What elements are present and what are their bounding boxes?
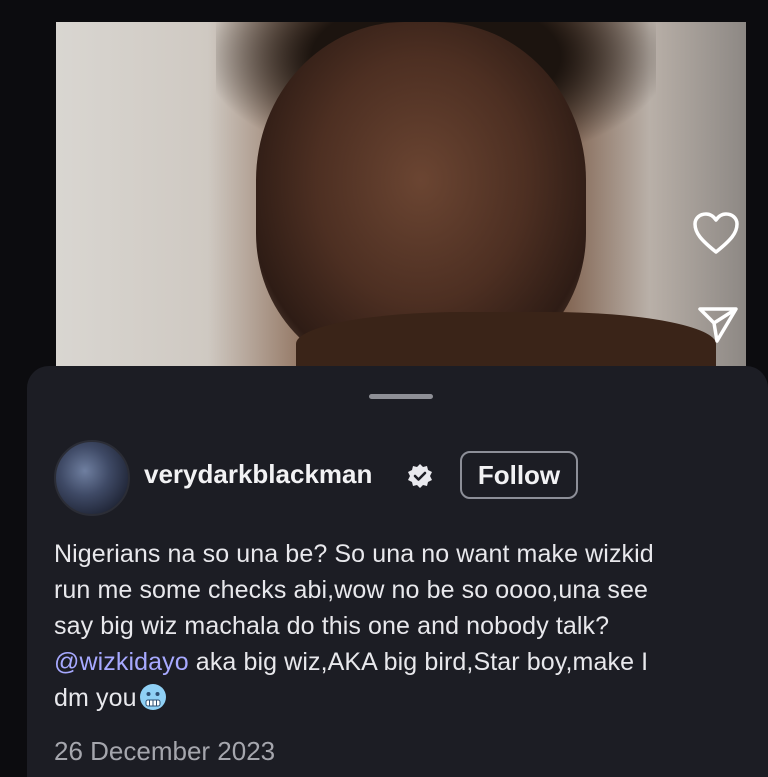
caption-line: @wizkidayo aka big wiz,AKA big bird,Star…: [54, 644, 764, 680]
send-icon: [698, 307, 738, 343]
avatar[interactable]: [54, 440, 130, 516]
username[interactable]: verydarkblackman: [144, 459, 372, 490]
heart-icon: [693, 212, 739, 254]
video-shirt-shape: [296, 312, 716, 374]
verified-badge-icon: [408, 464, 432, 488]
post-date: 26 December 2023: [54, 736, 276, 766]
caption-line: say big wiz machala do this one and nobo…: [54, 612, 610, 640]
caption-text: dm you: [54, 684, 137, 712]
caption-text: aka big wiz,AKA big bird,Star boy,make I: [188, 648, 649, 676]
screenshot-frame: verydarkblackman Follow Nigerians na so …: [0, 0, 768, 777]
post-info-sheet: verydarkblackman Follow Nigerians na so …: [27, 366, 768, 777]
cold-face-emoji-icon: [139, 684, 166, 710]
caption-line: Nigerians na so una be? So una no want m…: [54, 540, 654, 568]
caption-line: dm you: [54, 680, 764, 716]
video-player[interactable]: [56, 22, 746, 374]
like-button[interactable]: [688, 205, 744, 261]
mention-link[interactable]: @wizkidayo: [54, 648, 189, 676]
follow-button[interactable]: Follow: [460, 451, 578, 499]
share-button[interactable]: [690, 296, 746, 352]
sheet-drag-handle[interactable]: [369, 394, 433, 399]
caption-line: run me some checks abi,wow no be so oooo…: [54, 576, 649, 604]
post-caption: Nigerians na so una be? So una no want m…: [54, 536, 764, 716]
